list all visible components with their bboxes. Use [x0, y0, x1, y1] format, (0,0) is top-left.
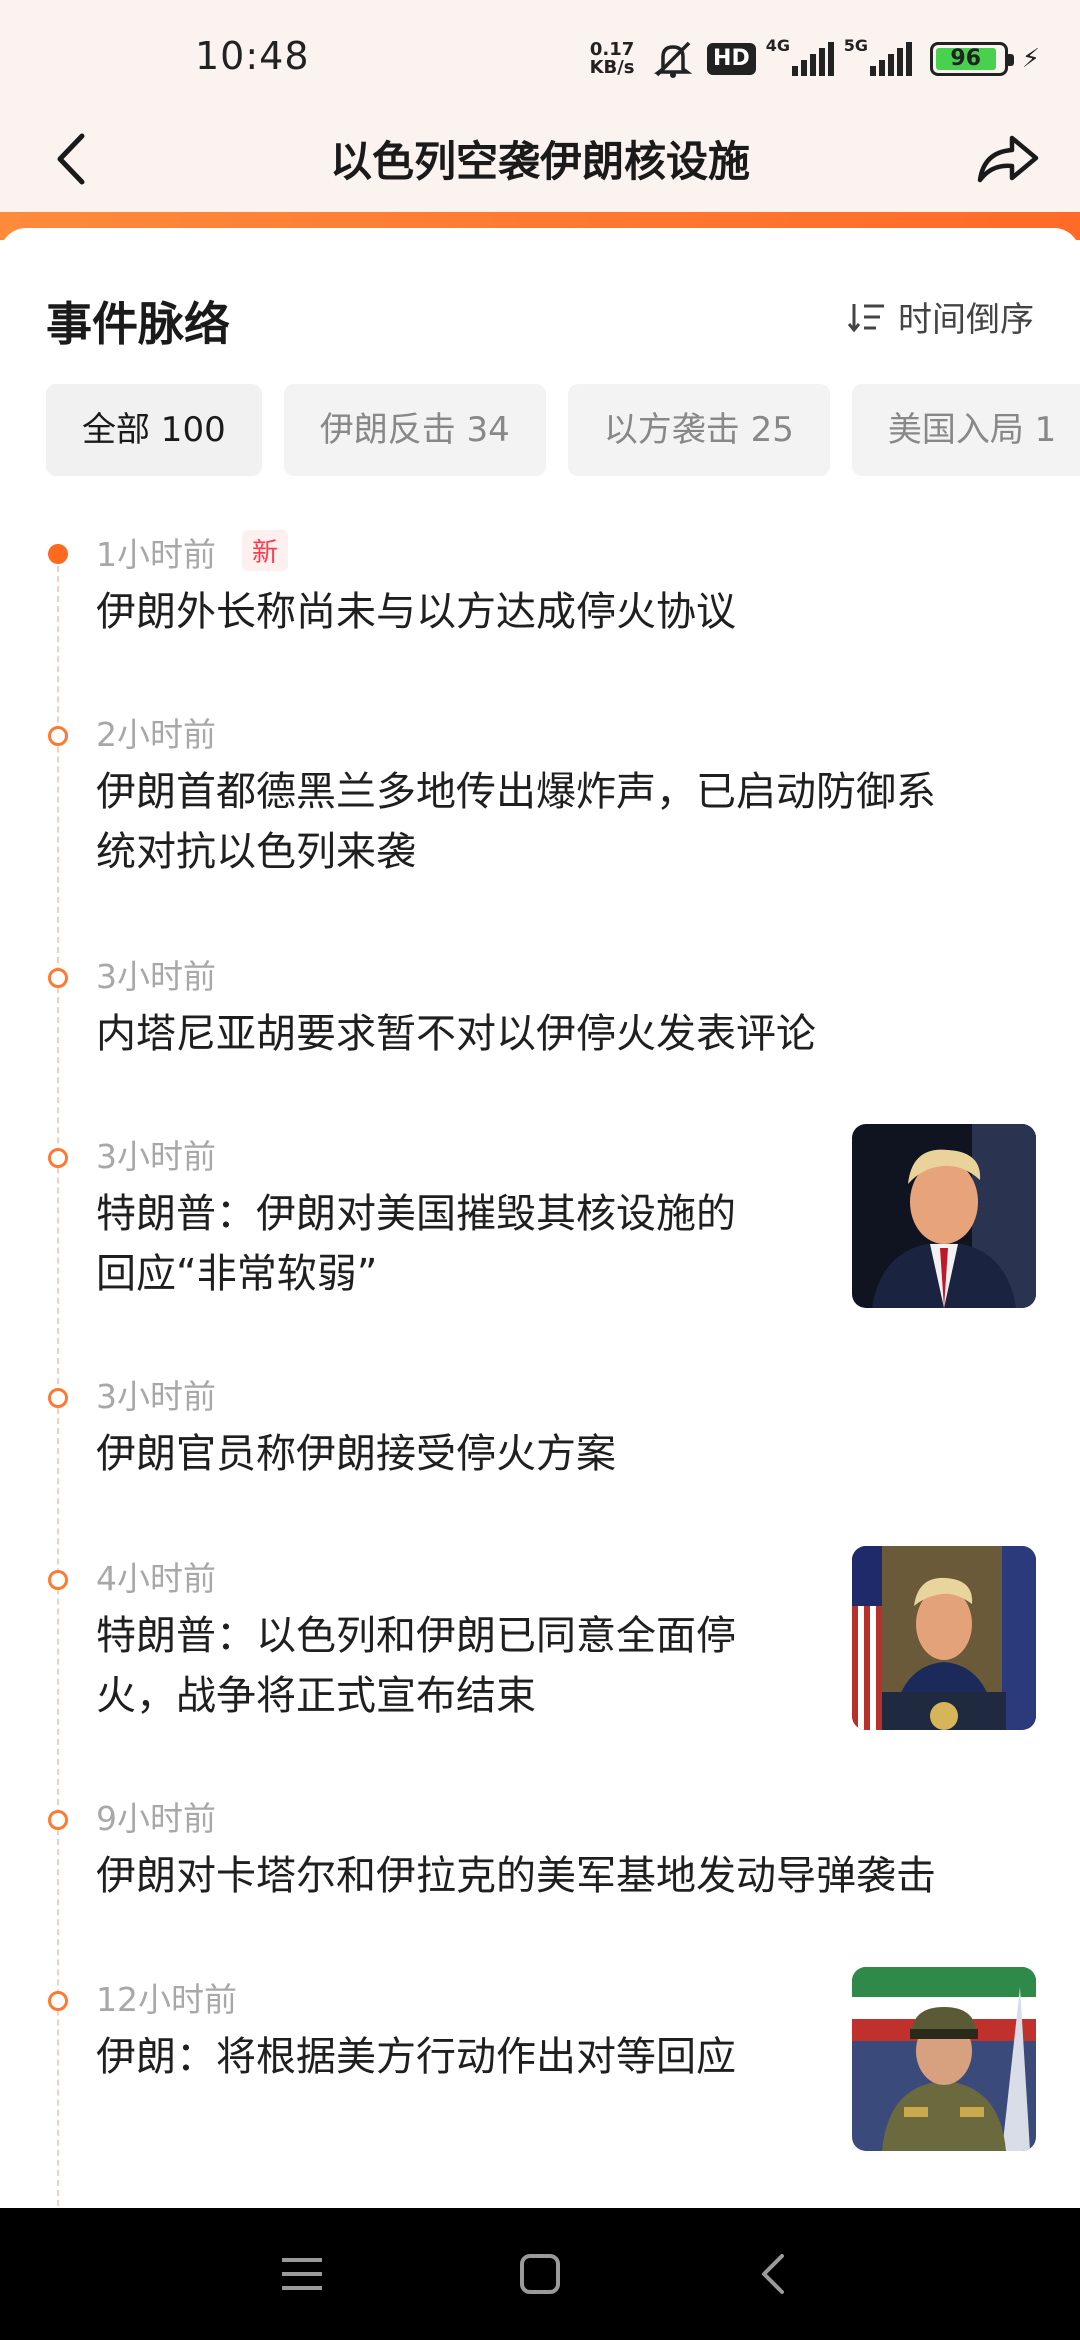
hd-voice-badge: HD: [707, 43, 756, 75]
home-square-icon[interactable]: [508, 2244, 572, 2304]
news-thumbnail-podium[interactable]: [852, 1546, 1036, 1730]
sort-desc-icon: [848, 303, 884, 332]
timeline-dot: [48, 1388, 68, 1408]
section-title: 事件脉络: [46, 297, 230, 351]
filter-chip-all[interactable]: 全部 100: [46, 384, 262, 476]
signal-strength-sim1-icon: 4G: [766, 36, 834, 76]
timeline-title: 特朗普：伊朗对美国摧毁其核设施的 回应“非常软弱”: [96, 1191, 736, 1297]
timeline-time: 12小时前: [96, 1980, 237, 2019]
sim2-network-type: 5G: [843, 36, 868, 55]
status-time: 10:48: [195, 34, 310, 78]
timeline-time: 2小时前: [96, 715, 216, 754]
timeline-dot-new: [48, 544, 68, 564]
timeline-time: 3小时前: [96, 1377, 216, 1416]
timeline-dot: [48, 1991, 68, 2011]
status-bar: 10:48 0.17 KB/s HD 4G 5G 96 ⚡: [0, 0, 1080, 110]
filter-chip-us-involvement[interactable]: 美国入局 1: [851, 384, 1080, 476]
status-icons: 0.17 KB/s HD 4G 5G 96 ⚡: [585, 36, 1040, 82]
battery-icon: 96: [929, 42, 1014, 76]
sort-label: 时间倒序: [898, 300, 1034, 340]
timeline-dot: [48, 1148, 68, 1168]
share-arrow-icon[interactable]: [970, 124, 1046, 194]
timeline-dot: [48, 968, 68, 988]
system-navigation-bar: [0, 2208, 1080, 2340]
battery-level: 96: [950, 46, 982, 71]
signal-strength-sim2-icon: 5G: [844, 36, 912, 76]
timeline-title: 伊朗首都德黑兰多地传出爆炸声，已启动防御系 统对抗以色列来袭: [96, 769, 936, 875]
timeline-dot: [48, 726, 68, 746]
menu-icon[interactable]: [270, 2244, 334, 2304]
sim1-network-type: 4G: [765, 36, 790, 55]
timeline-dot: [48, 1810, 68, 1830]
network-speed-unit: KB/s: [589, 57, 635, 78]
mute-bell-icon: [653, 41, 693, 78]
back-chevron-icon[interactable]: [742, 2244, 806, 2304]
filter-chip-israel-strike[interactable]: 以方袭击 25: [567, 384, 830, 476]
news-thumbnail-portrait[interactable]: [852, 1124, 1036, 1308]
news-thumbnail-military[interactable]: [852, 1967, 1036, 2151]
charging-bolt-icon: ⚡: [1021, 44, 1040, 74]
new-badge: 新: [242, 530, 289, 571]
timeline-title: 伊朗外长称尚未与以方达成停火协议: [96, 589, 736, 635]
timeline-title: 特朗普：以色列和伊朗已同意全面停 火，战争将正式宣布结束: [96, 1613, 736, 1719]
network-speed: 0.17 KB/s: [585, 41, 639, 77]
timeline-title: 伊朗官员称伊朗接受停火方案: [96, 1431, 616, 1477]
sort-button[interactable]: 时间倒序: [848, 292, 1034, 341]
timeline-title: 内塔尼亚胡要求暂不对以伊停火发表评论: [96, 1011, 816, 1057]
filter-chips: 全部 100 伊朗反击 34 以方袭击 25 美国入局 1: [46, 384, 1080, 476]
timeline-title: 伊朗对卡塔尔和伊拉克的美军基地发动导弹袭击: [96, 1853, 936, 1899]
timeline-dot: [48, 1570, 68, 1590]
timeline-time: 9小时前: [96, 1799, 216, 1838]
timeline-time: 3小时前: [96, 1137, 216, 1176]
timeline-title: 伊朗：将根据美方行动作出对等回应: [96, 2034, 736, 2080]
page-title: 以色列空袭伊朗核设施: [329, 137, 750, 186]
filter-chip-iran-counterattack[interactable]: 伊朗反击 34: [283, 384, 546, 476]
timeline-time: 1小时前: [96, 535, 216, 574]
timeline-time: 4小时前: [96, 1559, 216, 1598]
header-bar: 以色列空袭伊朗核设施: [0, 110, 1080, 215]
timeline-time: 3小时前: [96, 957, 216, 996]
